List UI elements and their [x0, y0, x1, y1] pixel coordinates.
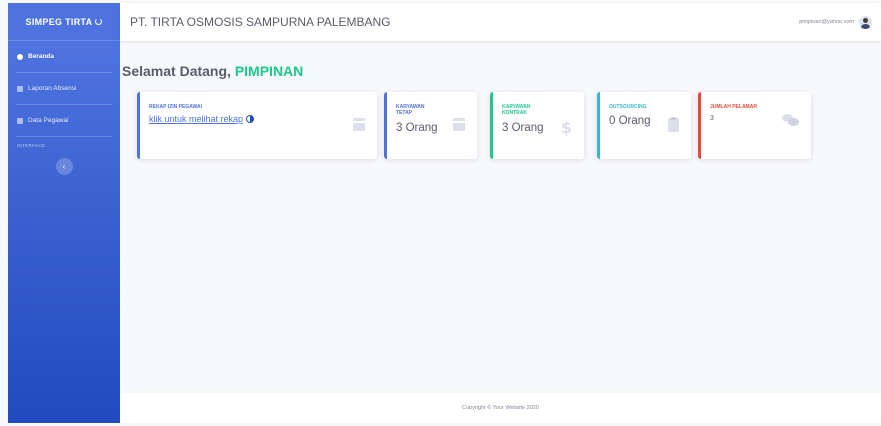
calendar-icon [353, 118, 365, 131]
dashboard-icon [17, 53, 23, 60]
sidebar-item-data-pegawai[interactable]: Data Pegawai [8, 105, 120, 136]
comments-icon [782, 114, 799, 126]
copyright-text: Copyright © Your Website 2020 [462, 405, 539, 411]
user-email: pimpinan@yahoo.com [799, 19, 854, 25]
avatar[interactable] [859, 15, 872, 29]
card-rekap-izin: REKAP IZIN PEGAWAI klik untuk melihat re… [137, 92, 377, 159]
rekap-link[interactable]: klik untuk melihat rekap [149, 114, 369, 124]
company-name: PT. TIRTA OSMOSIS SAMPURNA PALEMBANG [130, 15, 391, 29]
card-karyawan-tetap: KARYAWAN TETAP 3 Orang [384, 92, 477, 159]
sidebar-brand[interactable]: SIMPEG TIRTA [8, 3, 120, 41]
sidebar: SIMPEG TIRTA Beranda Laporan Absensi Dat… [8, 3, 120, 423]
card-jumlah-pelamar: JUMLAH PELAMAR 3 [698, 92, 811, 159]
sidebar-item-beranda[interactable]: Beranda [8, 41, 120, 72]
sidebar-item-label: Beranda [28, 53, 55, 60]
card-title: KARYAWAN TETAP [396, 104, 425, 116]
adjust-icon [246, 115, 255, 123]
card-title: KARYAWAN KONTRAK [502, 104, 531, 116]
user-menu[interactable]: pimpinan@yahoo.com [799, 15, 872, 29]
topbar: PT. TIRTA OSMOSIS SAMPURNA PALEMBANG pim… [120, 3, 881, 41]
page-title: Selamat Datang, PIMPINAN [122, 63, 303, 79]
report-icon [17, 85, 23, 92]
card-outsourcing: OUTSOURCING 0 Orang [597, 92, 691, 159]
brand-icon [95, 18, 103, 25]
welcome-name: PIMPINAN [234, 63, 304, 79]
sidebar-item-label: Laporan Absensi [28, 85, 77, 92]
dollar-icon: $ [560, 118, 572, 137]
card-title: OUTSOURCING [609, 104, 647, 110]
chevron-left-icon: ‹ [62, 162, 66, 171]
user-icon [17, 117, 23, 124]
rekap-link-label: klik untuk melihat rekap [149, 114, 244, 124]
welcome-prefix: Selamat Datang, [122, 63, 231, 79]
sidebar-item-label: Data Pegawai [28, 117, 69, 124]
sidebar-toggle-button[interactable]: ‹ [55, 158, 73, 175]
clipboard-icon [668, 117, 679, 132]
sidebar-heading: INTERFACE [17, 143, 46, 148]
card-title: JUMLAH PELAMAR [710, 104, 757, 110]
sidebar-item-laporan-absensi[interactable]: Laporan Absensi [8, 73, 120, 104]
footer: Copyright © Your Website 2020 [120, 393, 881, 423]
brand-name: SIMPEG TIRTA [25, 16, 93, 27]
card-karyawan-kontrak: KARYAWAN KONTRAK 3 Orang $ [490, 92, 584, 159]
card-title: REKAP IZIN PEGAWAI [149, 104, 202, 110]
calendar-icon [453, 118, 465, 131]
